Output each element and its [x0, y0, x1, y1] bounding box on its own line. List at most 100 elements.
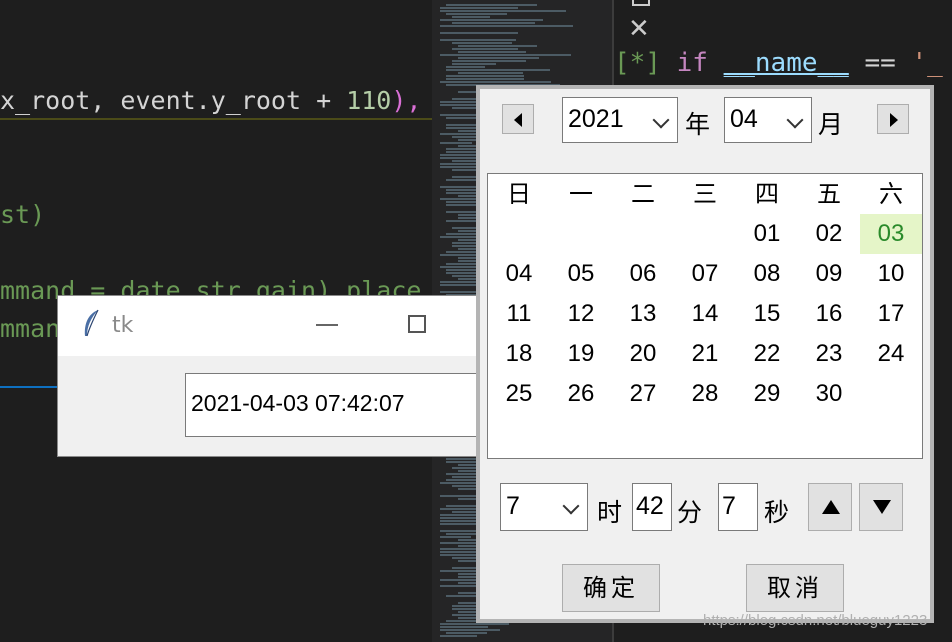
second-entry-value: 7 [722, 492, 736, 520]
minute-entry-value: 42 [636, 492, 664, 520]
minimap-line [446, 632, 487, 634]
datetime-entry[interactable]: 2021-04-03 07:42:07 [185, 373, 476, 437]
calendar-day[interactable]: 27 [612, 374, 674, 414]
minimap-line [440, 635, 477, 637]
prev-month-button[interactable] [502, 104, 534, 134]
calendar-day[interactable]: 30 [798, 374, 860, 414]
feather-icon [84, 309, 99, 337]
cancel-button[interactable]: 取消 [746, 564, 844, 612]
hour-select-value: 7 [506, 492, 520, 520]
calendar-day[interactable]: 14 [674, 294, 736, 334]
minimap-line [446, 75, 524, 77]
calendar-day[interactable]: 06 [612, 254, 674, 294]
minute-label: 分 [677, 498, 703, 527]
calendar-day[interactable]: 20 [612, 334, 674, 374]
calendar-day[interactable]: 18 [488, 334, 550, 374]
calendar-day[interactable]: 15 [736, 294, 798, 334]
increment-button[interactable] [808, 483, 852, 531]
minimize-button[interactable] [316, 324, 338, 326]
chevron-down-icon [652, 111, 670, 129]
weekday-header: 二 [631, 180, 655, 208]
hour-label: 时 [597, 498, 623, 527]
minimap-line [440, 10, 566, 12]
code-number: 110 [346, 86, 392, 115]
minimap-line [440, 186, 477, 188]
minimap-line [452, 16, 490, 18]
calendar-day[interactable]: 21 [674, 334, 736, 374]
minimap-line [446, 69, 550, 71]
code-name: __name__ [723, 48, 849, 78]
calendar-day[interactable]: 22 [736, 334, 798, 374]
minute-entry[interactable]: 42 [632, 483, 672, 531]
code-bracket: [*] [614, 48, 661, 78]
year-select[interactable]: 2021 [562, 97, 678, 143]
calendar-day-selected[interactable]: 03 [860, 214, 922, 254]
month-select[interactable]: 04 [724, 97, 812, 143]
date-picker-popup: 2021 年 04 月 日一二三四五六 01 02 03 04 05 06 07 08 09 10 1… [476, 85, 934, 623]
code-line: [*] if __name__ == '_ [614, 48, 943, 78]
calendar-day[interactable]: 05 [550, 254, 612, 294]
calendar-day[interactable]: 19 [550, 334, 612, 374]
minimap-line [440, 25, 573, 27]
minimap-line [440, 81, 551, 83]
minimap-line [440, 626, 488, 628]
weekday-header: 六 [879, 180, 903, 208]
minimap-line [452, 60, 526, 62]
datetime-entry-value: 2021-04-03 07:42:07 [191, 390, 405, 416]
code-string: '_ [911, 48, 943, 78]
minimap-line [440, 7, 518, 9]
maximize-button[interactable] [408, 315, 426, 333]
calendar-day[interactable]: 08 [736, 254, 798, 294]
window-titlebar[interactable]: tk [58, 296, 476, 356]
arrow-up-icon [822, 500, 840, 514]
calendar-day[interactable]: 09 [798, 254, 860, 294]
calendar-day[interactable]: 25 [488, 374, 550, 414]
hour-select[interactable]: 7 [500, 483, 588, 531]
calendar-day[interactable]: 26 [550, 374, 612, 414]
second-entry[interactable]: 7 [718, 483, 758, 531]
minimap-line [452, 22, 535, 24]
minimap-line [440, 623, 509, 625]
calendar-day[interactable]: 11 [488, 294, 550, 334]
calendar-day[interactable]: 10 [860, 254, 922, 294]
month-select-value: 04 [730, 105, 758, 133]
minimap-line [446, 189, 479, 191]
minimap-line [452, 42, 512, 44]
minimap-line [446, 78, 524, 80]
decrement-button[interactable] [859, 483, 903, 531]
next-month-button[interactable] [877, 104, 909, 134]
minimap-line [446, 473, 476, 475]
minimap-line [446, 66, 485, 68]
maximize-icon[interactable] [632, 0, 650, 6]
code-keyword: if [676, 48, 708, 78]
calendar-day[interactable]: 01 [736, 214, 798, 254]
minimap-line [446, 4, 537, 6]
weekday-header: 五 [817, 180, 841, 208]
calendar-day[interactable]: 17 [860, 294, 922, 334]
calendar-day[interactable]: 28 [674, 374, 736, 414]
minimap-line [440, 39, 516, 41]
calendar-day[interactable]: 16 [798, 294, 860, 334]
calendar-day[interactable]: 07 [674, 254, 736, 294]
ok-button[interactable]: 确定 [562, 564, 660, 612]
calendar-day[interactable]: 02 [798, 214, 860, 254]
minimap-line [458, 57, 539, 59]
year-label: 年 [685, 110, 711, 139]
calendar-day[interactable]: 24 [860, 334, 922, 374]
minimap-line [440, 142, 472, 144]
code-line: x_root, event.y_root + 110), [0, 86, 421, 115]
minimap-line [458, 45, 537, 47]
close-icon[interactable]: ✕ [628, 14, 650, 44]
weekday-header: 三 [693, 180, 717, 208]
year-select-value: 2021 [568, 105, 624, 133]
calendar-day[interactable]: 12 [550, 294, 612, 334]
minimap-line [452, 48, 518, 50]
calendar-day[interactable]: 29 [736, 374, 798, 414]
second-label: 秒 [764, 498, 790, 527]
calendar-day[interactable]: 23 [798, 334, 860, 374]
weekday-header: 日 [507, 180, 531, 208]
tk-window: tk 2021-04-03 07:42:07 [57, 295, 477, 457]
calendar-day[interactable]: 13 [612, 294, 674, 334]
minimap-line [446, 13, 507, 15]
calendar-day[interactable]: 04 [488, 254, 550, 294]
